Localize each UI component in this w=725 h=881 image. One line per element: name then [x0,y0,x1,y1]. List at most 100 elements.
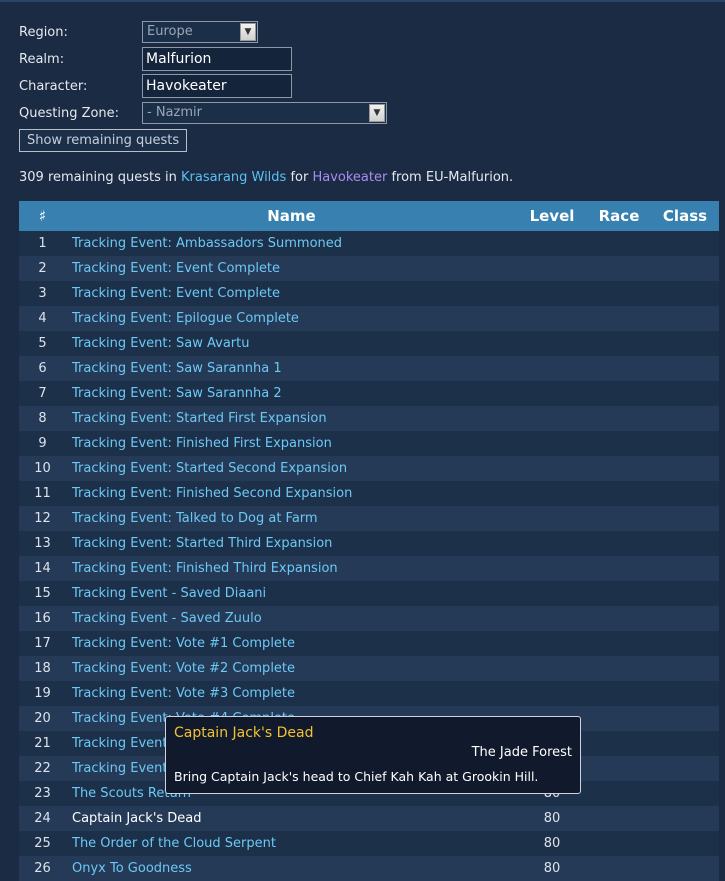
quest-level [524,406,580,431]
quest-link[interactable]: Tracking Event: Ambassadors Summoned [72,231,342,256]
quest-level [524,306,580,331]
quest-link[interactable]: Tracking Event: Vote #3 Complete [72,681,295,706]
realm-input[interactable]: Malfurion [142,47,292,71]
row-number: 7 [38,386,47,401]
row-number: 8 [38,411,47,426]
quest-link[interactable]: Tracking Event: Event Complete [72,281,280,306]
row-number: 5 [38,336,47,351]
row-number: 3 [38,286,47,301]
quest-link[interactable]: Tracking Event: Event Complete [72,256,280,281]
row-number: 16 [34,611,51,626]
header-number[interactable]: ♯ [19,201,66,231]
quest-level [524,431,580,456]
quest-link[interactable]: Tracking Event: Vote #1 Complete [72,631,295,656]
table-row: 6 Tracking Event: Saw Sarannha 1 [19,356,719,381]
quest-level [524,531,580,556]
quest-level [524,631,580,656]
quest-link[interactable]: Tracking Event: Finished First Expansion [72,431,332,456]
quest-link[interactable]: Tracking Event: Started Second Expansion [72,456,347,481]
quest-link[interactable]: Tracking Event: Saw Sarannha 1 [72,356,282,381]
table-header: ♯ Name Level Race Class [19,201,719,231]
zone-select-value: - Nazmir [147,105,202,120]
header-level[interactable]: Level [524,201,580,231]
top-border [0,0,725,2]
row-number: 10 [34,461,51,476]
table-row: 19 Tracking Event: Vote #3 Complete [19,681,719,706]
quest-link[interactable]: Tracking Event - Saved Zuulo [72,606,262,631]
table-row: 11 Tracking Event: Finished Second Expans… [19,481,719,506]
row-number: 18 [34,661,51,676]
show-remaining-quests-button[interactable]: Show remaining quests [19,129,188,152]
row-number: 13 [34,536,51,551]
quest-link[interactable]: Tracking Event: Vote #2 Complete [72,656,295,681]
quest-name: Captain Jack's Dead [72,811,202,826]
quest-level [524,456,580,481]
quest-level [524,556,580,581]
table-row: 18 Tracking Event: Vote #2 Complete [19,656,719,681]
table-row: 9 Tracking Event: Finished First Expansio… [19,431,719,456]
zone-select[interactable]: - Nazmir ▼ [142,102,387,124]
quest-link[interactable]: Tracking Event: Epilogue Complete [72,306,299,331]
row-number: 17 [34,636,51,651]
chevron-down-icon[interactable]: ▼ [369,104,385,122]
row-number: 11 [34,486,51,501]
realm-label: Realm: [19,52,65,67]
quest-tooltip: Captain Jack's Dead The Jade Forest Brin… [165,716,581,794]
table-row: 12 Tracking Event: Talked to Dog at Farm [19,506,719,531]
quest-link[interactable]: Tracking Event: Saw Avartu [72,331,249,356]
table-row: 17 Tracking Event: Vote #1 Complete [19,631,719,656]
region-select-value: Europe [147,24,193,39]
row-number: 1 [38,236,47,251]
summary-count: 309 remaining quests in [19,170,177,185]
row-number: 23 [34,786,51,801]
zone-link[interactable]: Krasarang Wilds [181,170,286,185]
table-row: 13 Tracking Event: Started Third Expansio… [19,531,719,556]
row-number: 6 [38,361,47,376]
table-row: 7 Tracking Event: Saw Sarannha 2 [19,381,719,406]
row-number: 12 [34,511,51,526]
quest-link[interactable]: Tracking Event: Finished Second Expansio… [72,481,352,506]
quest-level [524,331,580,356]
quest-link[interactable]: Tracking Event: Talked to Dog at Farm [72,506,318,531]
chevron-down-icon[interactable]: ▼ [240,23,256,41]
quest-level [524,481,580,506]
character-label: Character: [19,79,88,94]
quest-level [524,381,580,406]
row-number: 15 [34,586,51,601]
tooltip-zone: The Jade Forest [471,745,572,760]
table-row: 16 Tracking Event - Saved Zuulo [19,606,719,631]
row-number: 25 [34,836,51,851]
region-select[interactable]: Europe ▼ [142,21,258,43]
quest-level [524,356,580,381]
table-row: 14 Tracking Event: Finished Third Expansi… [19,556,719,581]
quest-link[interactable]: Tracking Event - Saved Diaani [72,581,266,606]
character-input[interactable]: Havokeater [142,74,292,98]
table-row: 25 The Order of the Cloud Serpent 80 [19,831,719,856]
row-number: 14 [34,561,51,576]
quest-level: 80 [543,836,561,851]
zone-label: Questing Zone: [19,106,120,121]
header-name[interactable]: Name [199,201,384,231]
quest-level [524,656,580,681]
table-row: 1 Tracking Event: Ambassadors Summoned [19,231,719,256]
header-race[interactable]: Race [592,201,646,231]
row-number: 24 [34,811,51,826]
quest-level [524,281,580,306]
quest-level [524,256,580,281]
row-number: 19 [34,686,51,701]
results-summary: 309 remaining quests in Krasarang Wilds … [19,170,513,185]
summary-realm: from EU-Malfurion. [391,170,514,185]
quest-link[interactable]: Tracking Event: Started First Expansion [72,406,327,431]
table-row: 5 Tracking Event: Saw Avartu [19,331,719,356]
table-row: 24 Captain Jack's Dead 80 [19,806,719,831]
quest-level [524,606,580,631]
quest-link[interactable]: Tracking Event: Saw Sarannha 2 [72,381,282,406]
tooltip-title: Captain Jack's Dead [174,725,314,741]
table-row: 8 Tracking Event: Started First Expansion [19,406,719,431]
quest-link[interactable]: Tracking Event: Started Third Expansion [72,531,332,556]
table-row: 3 Tracking Event: Event Complete [19,281,719,306]
character-link[interactable]: Havokeater [312,170,387,185]
quest-link[interactable]: The Order of the Cloud Serpent [72,831,276,856]
header-class[interactable]: Class [657,201,713,231]
quest-link[interactable]: Tracking Event: Finished Third Expansion [72,556,338,581]
